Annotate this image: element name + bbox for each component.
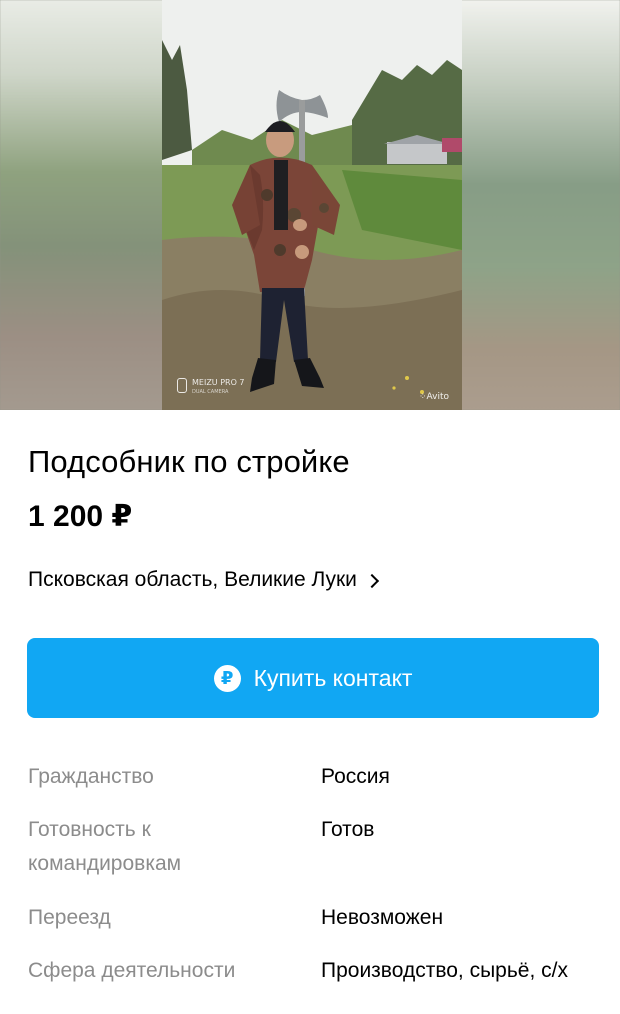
param-key: Переезд: [28, 906, 111, 929]
avito-watermark-text: Avito: [426, 392, 450, 402]
listing-title: Подсобник по стройке: [28, 444, 350, 479]
gallery-blur-left: [0, 0, 164, 410]
camera-icon: [177, 378, 187, 393]
param-row-relocation: Переезд Невозможен: [28, 901, 598, 941]
buy-contact-label: Купить контакт: [253, 664, 413, 691]
listing-price: 1 200 ₽: [28, 500, 133, 533]
ruble-circle-icon: ₽: [213, 664, 241, 692]
device-watermark: MEIZU PRO 7 DUAL CAMERA: [177, 376, 257, 398]
avito-logo-icon: ⁘: [419, 392, 427, 402]
listing-photo[interactable]: [162, 0, 462, 410]
param-row-citizenship: Гражданство Россия: [28, 760, 598, 800]
location-link[interactable]: Псковская область, Великие Луки: [28, 568, 379, 592]
param-key: Сфера деятельности: [28, 959, 236, 982]
chevron-right-icon: [364, 573, 379, 588]
param-key: Гражданство: [28, 765, 154, 788]
param-value: Россия: [321, 765, 390, 788]
photo-gallery[interactable]: MEIZU PRO 7 DUAL CAMERA ⁘Avito: [0, 0, 620, 410]
param-key: Готовность к командировкам: [28, 818, 182, 875]
location-text: Псковская область, Великие Луки: [28, 568, 357, 591]
gallery-blur-right: [460, 0, 620, 410]
buy-contact-button[interactable]: ₽ Купить контакт: [27, 638, 599, 718]
device-watermark-subtext: DUAL CAMERA: [192, 389, 229, 395]
param-value: Готов: [321, 818, 375, 841]
param-value: Производство, сырьё, с/х: [321, 959, 568, 982]
avito-watermark: ⁘Avito: [419, 392, 449, 402]
param-value: Невозможен: [321, 906, 444, 929]
device-watermark-text: MEIZU PRO 7: [192, 378, 245, 387]
param-row-business-trips: Готовность к командировкам Готов: [28, 813, 598, 883]
param-row-industry: Сфера деятельности Производство, сырьё, …: [28, 954, 598, 1014]
